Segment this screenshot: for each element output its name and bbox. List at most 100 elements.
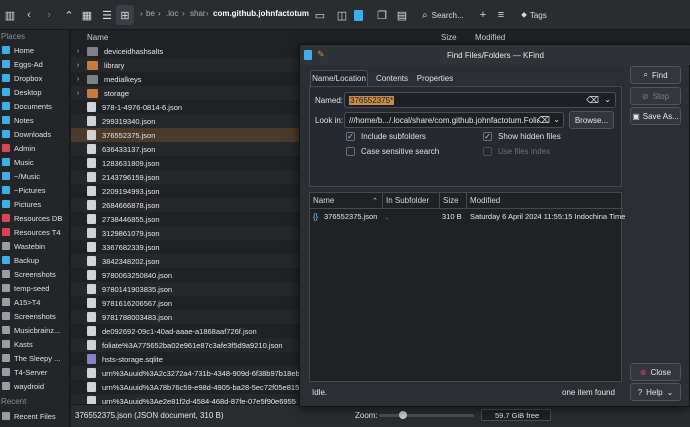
sidebar-item[interactable]: A15>T4: [0, 295, 70, 309]
sidebar-item[interactable]: Downloads: [0, 127, 70, 141]
chevron-right-icon[interactable]: ›: [71, 76, 85, 83]
sidebar-item[interactable]: The Sleepy ...: [0, 351, 70, 365]
column-header-modified[interactable]: Modified: [475, 30, 505, 44]
tab-name-location[interactable]: Name/Location: [310, 70, 368, 86]
copy-icon[interactable]: ❐: [375, 5, 389, 25]
chevron-down-icon[interactable]: ⌄: [553, 115, 560, 124]
search-icon: ⌕: [643, 70, 648, 79]
tab-contents[interactable]: Contents: [372, 70, 412, 86]
clear-text-icon[interactable]: ⌫: [586, 95, 599, 106]
places-header: Places: [1, 32, 26, 41]
sidebar-item[interactable]: Backup: [0, 253, 70, 267]
sidebar-item[interactable]: Documents: [0, 99, 70, 113]
file-name: urn%3Auuid%3A2c3272a4-731b-4348-909d-6f3…: [102, 368, 300, 378]
stop-icon: ⊘: [641, 91, 649, 101]
sidebar-item[interactable]: Notes: [0, 113, 70, 127]
breadcrumb-separator: ›: [140, 9, 143, 18]
clear-path-icon[interactable]: ⌫: [537, 115, 550, 126]
sidebar-item-label: Kasts: [14, 339, 33, 349]
lookin-input[interactable]: ///home/b.../.local/share/com.github.joh…: [344, 112, 564, 128]
sidebar-item[interactable]: Kasts: [0, 337, 70, 351]
result-row[interactable]: {} 376552375.json . 310 B Saturday 6 Apr…: [310, 210, 625, 224]
sidebar-item[interactable]: Resources T4: [0, 225, 70, 239]
sidebar-item[interactable]: Screenshots: [0, 309, 70, 323]
sidebar-item[interactable]: Eggs-Ad: [0, 57, 70, 71]
menu-icon[interactable]: ≡: [493, 5, 509, 25]
sidebar-item[interactable]: Pictures: [0, 197, 70, 211]
file-icon: [87, 284, 96, 294]
sidebar-item[interactable]: ~Pictures: [0, 183, 70, 197]
sidebar-item[interactable]: Wastebin: [0, 239, 70, 253]
lookin-label: Look in:: [315, 116, 344, 125]
forward-icon[interactable]: ›: [42, 5, 56, 25]
tags-button[interactable]: ⬥ Tags: [514, 5, 554, 25]
compact-view-icon[interactable]: ☰: [98, 5, 116, 25]
help-button[interactable]: ? Help ⌄: [630, 383, 681, 401]
results-header-subfolder[interactable]: In Subfolder: [383, 193, 440, 208]
sidebar-item[interactable]: Music: [0, 155, 70, 169]
place-icon: [2, 312, 10, 320]
sidebar-toggle-icon[interactable]: ▥: [3, 5, 17, 25]
search-button[interactable]: ⌕ Search...: [422, 5, 480, 25]
breadcrumb-item[interactable]: shar: [190, 9, 206, 18]
up-icon[interactable]: ⌃: [62, 5, 76, 25]
include-subfolders-checkbox[interactable]: ✓ Include subfolders: [346, 132, 426, 141]
sidebar-item[interactable]: Resources DB: [0, 211, 70, 225]
dialog-status-left: Idle.: [312, 388, 328, 397]
sidebar-item[interactable]: ~/Music: [0, 169, 70, 183]
sidebar-item[interactable]: Screenshots: [0, 267, 70, 281]
add-icon[interactable]: +: [475, 5, 491, 25]
results-header-name[interactable]: Name ⌃: [310, 193, 383, 208]
breadcrumb-item[interactable]: be: [146, 9, 155, 18]
results-header-divider: [310, 208, 623, 209]
tab-properties[interactable]: Properties: [414, 70, 456, 86]
new-folder-icon[interactable]: ▭: [312, 5, 328, 25]
column-header-name[interactable]: Name: [87, 30, 108, 44]
column-header-size[interactable]: Size: [441, 30, 457, 44]
save-as-button[interactable]: ▣ Save As...: [630, 107, 681, 125]
chevron-right-icon[interactable]: ›: [71, 62, 85, 69]
use-files-index-checkbox[interactable]: Use files index: [483, 147, 550, 156]
app-icon[interactable]: [350, 5, 366, 25]
browse-button[interactable]: Browse...: [569, 111, 614, 129]
result-name: 376552375.json: [324, 212, 378, 221]
stop-button[interactable]: ⊘ Stop: [630, 87, 681, 105]
sidebar-item[interactable]: Musicbrainz...: [0, 323, 70, 337]
pin-icon[interactable]: ✎: [317, 49, 325, 60]
named-label: Named:: [315, 96, 344, 105]
sidebar-item[interactable]: Admin: [0, 141, 70, 155]
terminal-icon[interactable]: ▤: [395, 5, 409, 25]
chevron-down-icon[interactable]: ⌄: [604, 95, 611, 104]
results-table: Name ⌃ In Subfolder Size Modified {} 3765…: [309, 192, 625, 382]
breadcrumb-item[interactable]: .loc: [166, 9, 178, 18]
results-header-modified[interactable]: Modified: [467, 193, 623, 208]
back-icon[interactable]: ‹: [22, 5, 36, 25]
breadcrumb-current[interactable]: com.github.johnfactotum: [213, 9, 309, 18]
named-input[interactable]: 376552375* ⌫ ⌄: [344, 92, 616, 108]
place-icon: [2, 326, 10, 334]
dialog-titlebar[interactable]: ✎ Find Files/Folders — KFind: [300, 45, 690, 65]
details-view-icon[interactable]: ⊞: [116, 5, 134, 25]
split-view-icon[interactable]: ◫: [334, 5, 350, 25]
results-header-size[interactable]: Size: [440, 193, 467, 208]
show-hidden-checkbox[interactable]: ✓ Show hidden files: [483, 132, 561, 141]
sidebar-item[interactable]: T4-Server: [0, 365, 70, 379]
zoom-slider[interactable]: [379, 411, 474, 419]
sidebar-item-label: waydroid: [14, 381, 45, 391]
sidebar-item[interactable]: Desktop: [0, 85, 70, 99]
sidebar-item-recent-files[interactable]: Recent Files: [0, 409, 70, 423]
case-sensitive-checkbox[interactable]: Case sensitive search: [346, 147, 439, 156]
place-icon: [2, 74, 10, 82]
sidebar-item[interactable]: Home: [0, 43, 70, 57]
file-icon: [87, 172, 96, 182]
chevron-right-icon[interactable]: ›: [71, 90, 85, 97]
close-button[interactable]: ⊗ Close: [630, 363, 681, 381]
zoom-slider-handle[interactable]: [399, 411, 407, 419]
sidebar-item[interactable]: waydroid: [0, 379, 70, 393]
sidebar-item[interactable]: Dropbox: [0, 71, 70, 85]
sidebar-item[interactable]: temp-seed: [0, 281, 70, 295]
place-icon: [2, 88, 10, 96]
icons-view-icon[interactable]: ▦: [78, 5, 96, 25]
find-button[interactable]: ⌕ Find: [630, 66, 681, 84]
chevron-right-icon[interactable]: ›: [71, 48, 85, 55]
